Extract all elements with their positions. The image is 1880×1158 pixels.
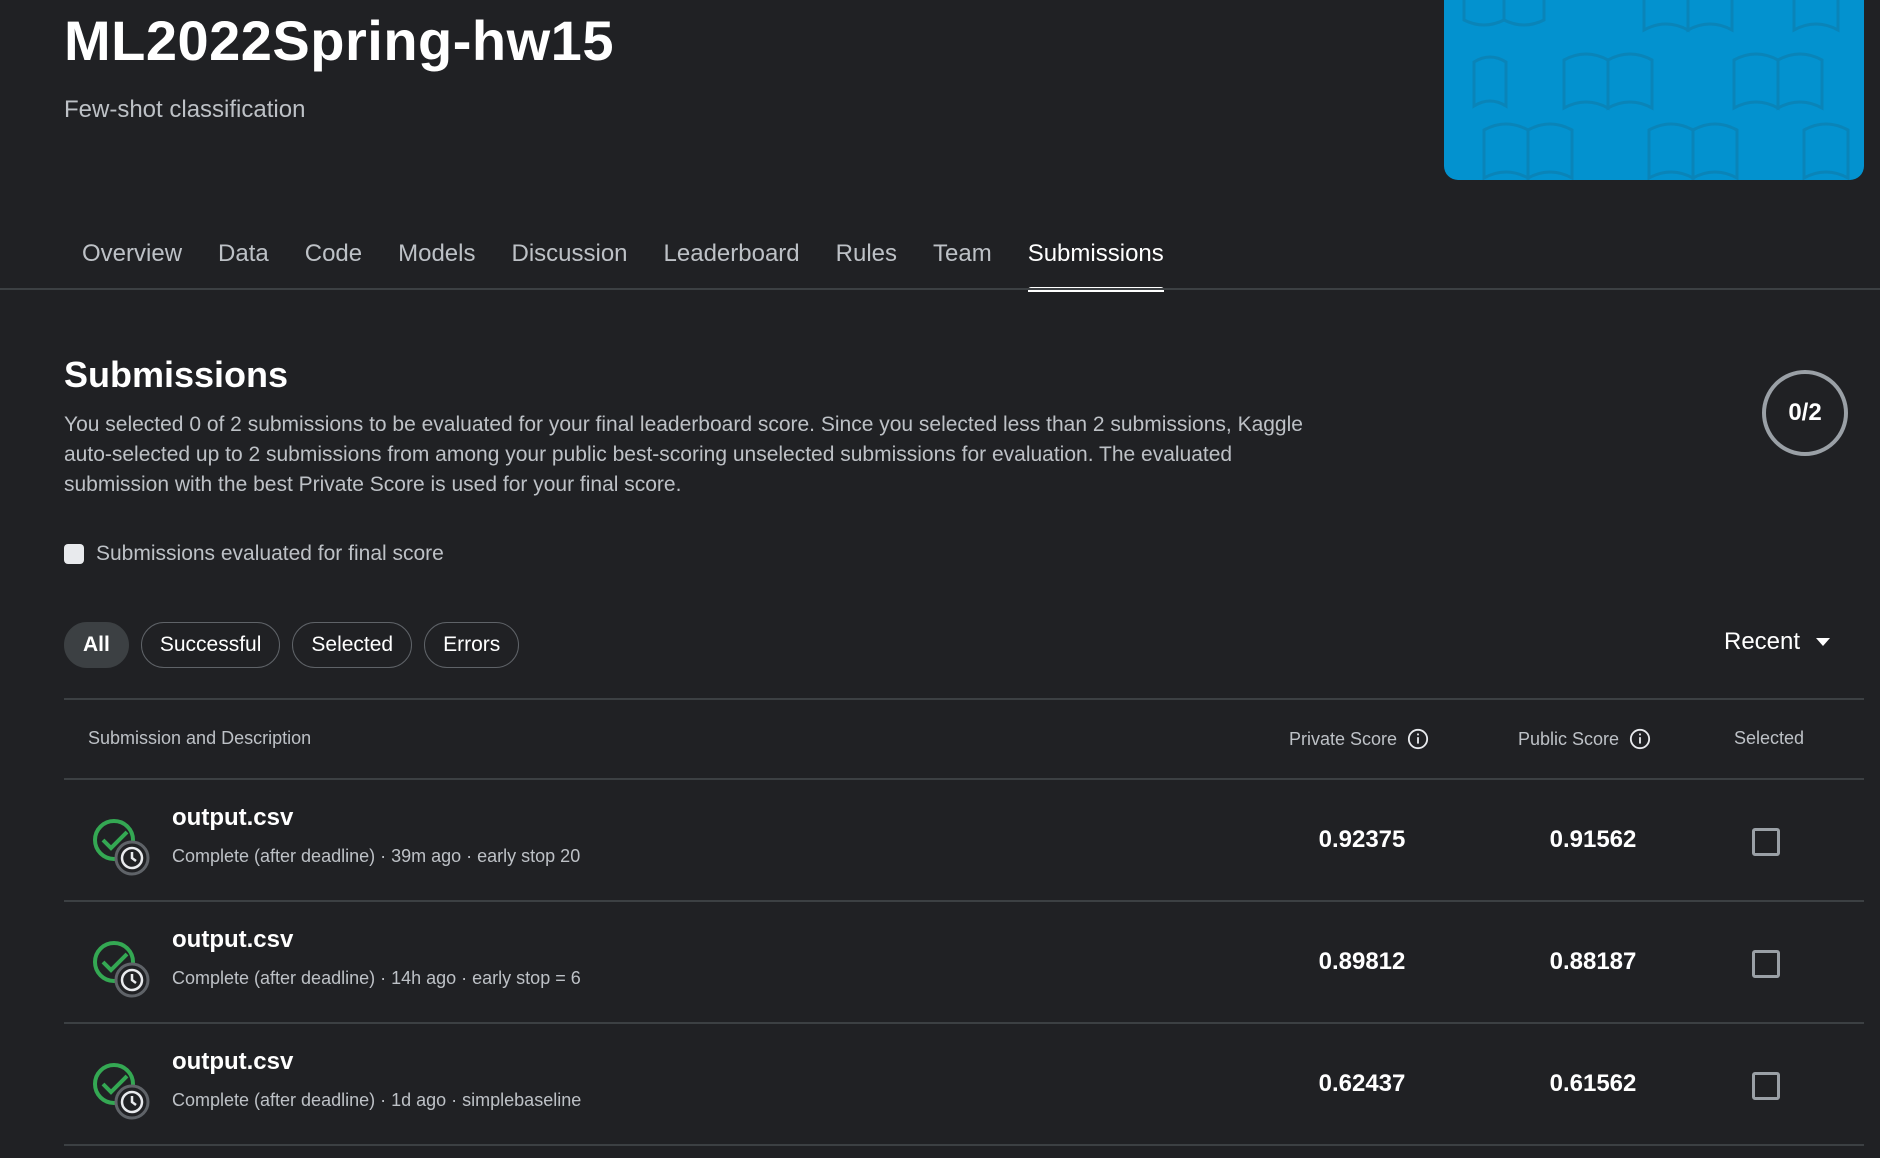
page-title: Submissions <box>64 354 289 395</box>
private-score: 0.92375 <box>1318 826 1406 853</box>
filter-chips: All Successful Selected Errors <box>64 622 520 668</box>
table-row[interactable]: output.csv Complete (after deadline) · 3… <box>64 780 1864 900</box>
tab-submissions[interactable]: Submissions <box>1010 232 1182 292</box>
public-score: 0.61562 <box>1549 1070 1637 1097</box>
table-header: Submission and Description Private Score… <box>64 700 1864 778</box>
competition-subtitle: Few-shot classification <box>64 96 306 123</box>
select-checkbox[interactable] <box>1752 950 1780 978</box>
chip-errors[interactable]: Errors <box>424 622 520 668</box>
submissions-description: You selected 0 of 2 submissions to be ev… <box>64 413 1303 496</box>
tab-discussion[interactable]: Discussion <box>493 232 645 290</box>
header-submission-label: Submission and Description <box>88 728 312 748</box>
select-checkbox[interactable] <box>1752 1072 1780 1100</box>
caret-down-icon <box>1816 638 1831 646</box>
header-private-score: Private Score <box>1289 728 1429 750</box>
sort-dropdown[interactable]: Recent <box>1724 628 1831 656</box>
chip-all[interactable]: All <box>64 622 129 668</box>
private-score: 0.62437 <box>1318 1070 1406 1097</box>
submission-file-name[interactable]: output.csv <box>172 1048 293 1076</box>
final-score-filter[interactable]: Submissions evaluated for final score <box>64 542 444 566</box>
public-score: 0.91562 <box>1549 826 1637 853</box>
private-score: 0.89812 <box>1318 948 1406 975</box>
header-public-score: Public Score <box>1518 728 1651 750</box>
submission-meta: Complete (after deadline) · 14h ago · ea… <box>172 968 581 988</box>
table-row[interactable]: output.csv Complete (after deadline) · 1… <box>64 1024 1864 1144</box>
competition-tabs: Overview Data Code Models Discussion Lea… <box>64 232 1182 292</box>
header-private-label: Private Score <box>1289 728 1398 749</box>
submission-file-name[interactable]: output.csv <box>172 926 293 954</box>
tab-models[interactable]: Models <box>380 232 493 290</box>
competition-title: ML2022Spring-hw15 <box>64 9 614 72</box>
divider <box>64 1144 1864 1146</box>
final-score-filter-label: Submissions evaluated for final score <box>96 542 444 565</box>
selected-count-badge: 0/2 <box>1762 370 1848 456</box>
submission-meta: Complete (after deadline) · 39m ago · ea… <box>172 846 581 866</box>
submission-meta: Complete (after deadline) · 1d ago · sim… <box>172 1090 582 1110</box>
header-selected-label: Selected <box>1734 728 1805 748</box>
tab-data[interactable]: Data <box>200 232 287 290</box>
tabs-divider <box>0 288 1880 290</box>
final-score-checkbox[interactable] <box>64 544 84 564</box>
tab-team[interactable]: Team <box>915 232 1010 290</box>
header-public-label: Public Score <box>1518 728 1620 749</box>
book-pattern-icon <box>1462 0 1850 180</box>
tab-leaderboard[interactable]: Leaderboard <box>646 232 818 290</box>
table-row[interactable]: output.csv Complete (after deadline) · 1… <box>64 902 1864 1022</box>
complete-late-icon <box>93 819 150 876</box>
sort-label: Recent <box>1724 628 1801 655</box>
submission-file-name[interactable]: output.csv <box>172 804 293 832</box>
info-icon[interactable] <box>1629 728 1651 750</box>
tab-rules[interactable]: Rules <box>818 232 915 290</box>
competition-banner <box>1444 0 1864 180</box>
select-checkbox[interactable] <box>1752 828 1780 856</box>
chip-successful[interactable]: Successful <box>140 622 281 668</box>
submissions-table: Submission and Description Private Score… <box>64 698 1864 1146</box>
info-icon[interactable] <box>1407 728 1429 750</box>
complete-late-icon <box>93 1063 150 1120</box>
header-selected: Selected <box>1734 728 1804 749</box>
chip-selected[interactable]: Selected <box>292 622 413 668</box>
tab-overview[interactable]: Overview <box>64 232 200 290</box>
header-submission: Submission and Description <box>88 728 311 749</box>
complete-late-icon <box>93 941 150 998</box>
public-score: 0.88187 <box>1549 948 1637 975</box>
tab-code[interactable]: Code <box>287 232 380 290</box>
